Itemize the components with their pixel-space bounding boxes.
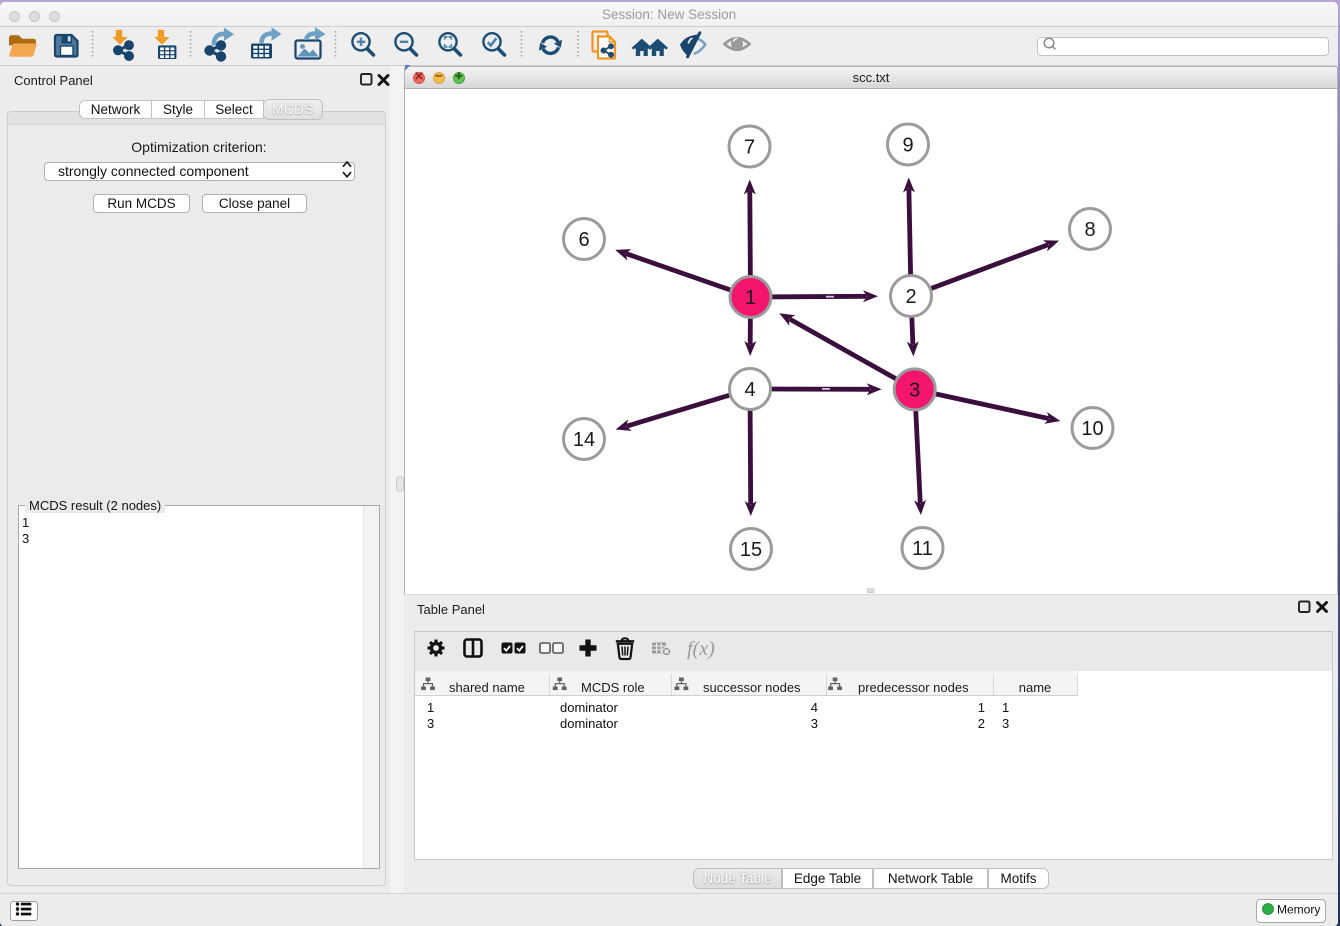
svg-text:f(x): f(x): [687, 638, 715, 660]
svg-text:Memory: Memory: [1277, 903, 1320, 917]
